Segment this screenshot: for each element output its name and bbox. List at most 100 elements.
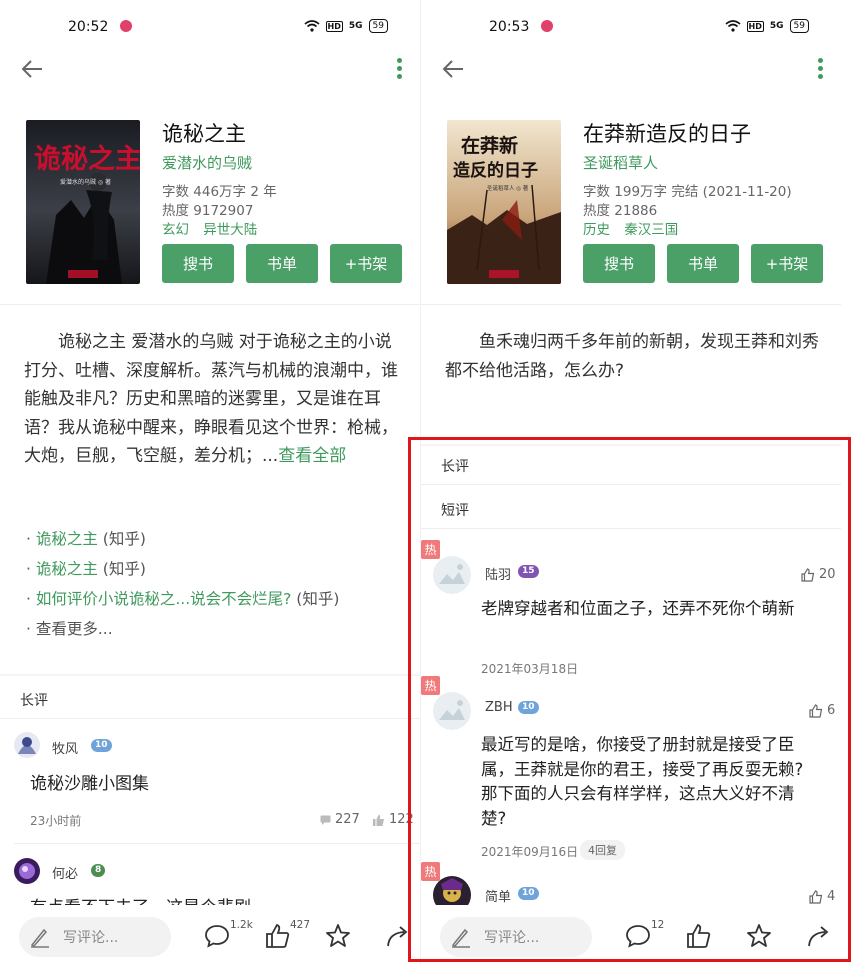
ref-more[interactable]: · 查看更多...	[26, 614, 339, 644]
divider	[14, 843, 420, 844]
pencil-icon	[451, 928, 470, 948]
wifi-icon	[725, 20, 741, 32]
review-text[interactable]: 诡秘沙雕小图集	[30, 772, 149, 797]
book-words: 字数 199万字 完结 (2021-11-20)	[583, 184, 792, 200]
status-time: 20:53	[489, 19, 530, 35]
signal-icon: 5G	[348, 21, 363, 31]
book-list-button[interactable]: 书单	[667, 244, 739, 283]
thumb-up-icon[interactable]	[686, 923, 712, 949]
wifi-icon	[304, 20, 320, 32]
intro-text: 鱼禾魂归两千多年前的新朝，发现王莽和刘秀都不给他活路，怎么办?	[445, 332, 819, 381]
book-heat: 热度 9172907	[162, 203, 254, 219]
cover-author: 爱潜水的乌贼 ◎ 著	[60, 178, 111, 186]
book-author[interactable]: 圣诞稻草人	[583, 152, 658, 173]
book-cover[interactable]: 在莽新 造反的日子 圣诞稻草人 ◎ 著	[447, 120, 561, 284]
cover-title: 造反的日子	[453, 160, 538, 181]
review-username[interactable]: ZBH	[485, 700, 513, 715]
book-title: 诡秘之主	[162, 122, 246, 146]
comment-input[interactable]: 写评论...	[19, 917, 171, 957]
like-count[interactable]: 20	[801, 567, 836, 582]
avatar[interactable]	[433, 556, 471, 594]
hot-badge: 热	[421, 676, 440, 695]
book-list-button[interactable]: 书单	[246, 244, 318, 283]
divider	[421, 304, 841, 305]
like-count[interactable]: 6	[809, 703, 835, 718]
book-tags: 玄幻 异世大陆	[162, 218, 267, 238]
like-count[interactable]: 122	[372, 812, 414, 827]
status-bar: 20:53 HD 5G 59	[421, 0, 841, 52]
level-badge: 15	[518, 565, 539, 578]
book-heat: 热度 21886	[583, 203, 658, 219]
short-review-label[interactable]: 短评	[441, 500, 469, 520]
divider	[0, 674, 420, 676]
book-intro: 鱼禾魂归两千多年前的新朝，发现王莽和刘秀都不给他活路，怎么办?	[445, 328, 821, 385]
ref-item[interactable]: · 诡秘之主 (知乎)	[26, 554, 339, 584]
search-book-button[interactable]: 搜书	[162, 244, 234, 283]
star-icon[interactable]	[746, 923, 772, 949]
star-icon[interactable]	[325, 923, 351, 949]
comment-icon[interactable]	[204, 923, 230, 949]
tag[interactable]: 秦汉三国	[624, 222, 678, 238]
cover-title: 诡秘之主	[34, 143, 140, 175]
review-username[interactable]: 简单	[485, 886, 511, 905]
comment-count[interactable]: 227	[320, 812, 360, 827]
review-username[interactable]: 何必	[52, 863, 78, 882]
back-arrow-icon[interactable]	[20, 58, 44, 80]
book-cover[interactable]: 诡秘之主 爱潜水的乌贼 ◎ 著	[26, 120, 140, 284]
divider	[0, 304, 420, 305]
back-arrow-icon[interactable]	[441, 58, 465, 80]
review-text[interactable]: 老牌穿越者和位面之子，还弄不死你个萌新	[481, 597, 811, 622]
comment-icon[interactable]	[625, 923, 651, 949]
long-review-label[interactable]: 长评	[20, 690, 48, 710]
review-username[interactable]: 牧风	[52, 738, 78, 757]
ref-item[interactable]: · 诡秘之主 (知乎)	[26, 524, 339, 554]
tag[interactable]: 历史	[583, 222, 610, 238]
action-buttons: 搜书 书单 +书架	[162, 244, 402, 283]
review-time: 23小时前	[30, 814, 82, 828]
thumb-up-icon	[801, 567, 815, 582]
system-icons: HD 5G 59	[725, 19, 809, 33]
hd-icon: HD	[325, 20, 343, 32]
thumb-up-icon[interactable]	[265, 923, 291, 949]
long-review-label[interactable]: 长评	[441, 456, 469, 476]
like-total: 427	[290, 919, 311, 931]
add-shelf-button[interactable]: +书架	[751, 244, 823, 283]
share-icon[interactable]	[385, 923, 411, 949]
comment-placeholder: 写评论...	[63, 930, 119, 946]
review-text[interactable]: 最近写的是啥，你接受了册封就是接受了臣属，王莽就是你的君王，接受了再反耍无赖? …	[481, 733, 811, 831]
review-username[interactable]: 陆羽	[485, 564, 511, 583]
bottom-action-bar: 写评论... 12	[421, 905, 841, 965]
tag[interactable]: 异世大陆	[203, 222, 257, 238]
avatar[interactable]	[433, 692, 471, 730]
status-time: 20:52	[68, 19, 109, 35]
like-count[interactable]: 4	[809, 889, 835, 904]
more-vert-icon[interactable]	[817, 58, 823, 80]
thumb-up-icon	[809, 889, 823, 904]
book-tags: 历史 秦汉三国	[583, 218, 688, 238]
comment-icon	[320, 815, 331, 825]
action-buttons: 搜书 书单 +书架	[583, 244, 823, 283]
book-author[interactable]: 爱潜水的乌贼	[162, 152, 252, 173]
comment-total: 1.2k	[230, 919, 253, 931]
tag[interactable]: 玄幻	[162, 222, 189, 238]
divider	[421, 528, 841, 529]
comment-input[interactable]: 写评论...	[440, 917, 592, 957]
more-vert-icon[interactable]	[396, 58, 402, 80]
battery-icon: 59	[789, 19, 809, 33]
reference-list: · 诡秘之主 (知乎) · 诡秘之主 (知乎) · 如何评价小说诡秘之...说会…	[26, 524, 339, 644]
pencil-icon	[30, 928, 49, 948]
view-all-link[interactable]: 查看全部	[278, 446, 346, 466]
bottom-action-bar: 写评论... 1.2k 427	[0, 905, 420, 965]
avatar[interactable]	[14, 732, 40, 758]
add-shelf-button[interactable]: +书架	[330, 244, 402, 283]
avatar[interactable]	[14, 858, 40, 884]
share-icon[interactable]	[806, 923, 832, 949]
signal-icon: 5G	[769, 21, 784, 31]
review-date: 2021年03月18日	[481, 662, 579, 676]
notification-icon	[120, 20, 132, 32]
left-screen: 20:52 HD 5G 59 诡秘之主 爱潜水的乌贼 ◎ 著 诡秘之主 爱潜水的…	[0, 0, 420, 965]
search-book-button[interactable]: 搜书	[583, 244, 655, 283]
thumb-up-icon	[373, 814, 384, 826]
ref-item[interactable]: · 如何评价小说诡秘之...说会不会烂尾? (知乎)	[26, 584, 339, 614]
reply-count-button[interactable]: 4回复	[580, 840, 625, 860]
